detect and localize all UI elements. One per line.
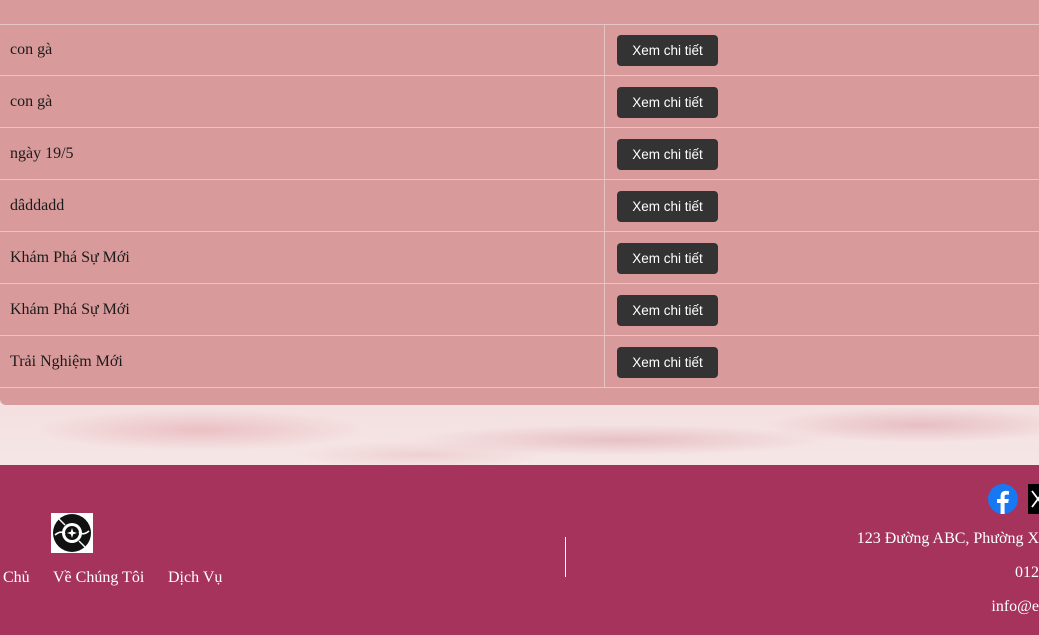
table-row: ngày 19/5 Xem chi tiết — [0, 128, 1039, 180]
row-name: con gà — [0, 76, 605, 127]
logo-emblem-icon — [51, 513, 93, 553]
view-details-button[interactable]: Xem chi tiết — [617, 295, 718, 326]
view-details-button[interactable]: Xem chi tiết — [617, 347, 718, 378]
table-row: Trải Nghiệm Mới Xem chi tiết — [0, 336, 1039, 388]
content-table: con gà Xem chi tiết con gà Xem chi tiết … — [0, 0, 1039, 405]
row-name: dâddadd — [0, 180, 605, 231]
row-name: ngày 19/5 — [0, 128, 605, 179]
table-row: Khám Phá Sự Mới Xem chi tiết — [0, 284, 1039, 336]
footer-divider — [565, 537, 566, 577]
x-twitter-icon — [1028, 484, 1039, 514]
table-row: con gà Xem chi tiết — [0, 24, 1039, 76]
contact-email[interactable]: info@e — [991, 598, 1039, 616]
table-header — [0, 0, 1039, 25]
view-details-button[interactable]: Xem chi tiết — [617, 87, 718, 118]
contact-address: 123 Đường ABC, Phường X — [856, 530, 1039, 547]
facebook-link[interactable] — [988, 484, 1018, 519]
site-footer: Chủ Về Chúng Tôi Dịch Vụ 123 Đường ABC, … — [0, 465, 1039, 635]
table-row: con gà Xem chi tiết — [0, 76, 1039, 128]
view-details-button[interactable]: Xem chi tiết — [617, 139, 718, 170]
nav-link-home[interactable]: Chủ — [3, 569, 30, 587]
site-logo[interactable] — [51, 513, 93, 553]
facebook-icon — [988, 484, 1018, 514]
row-name: Khám Phá Sự Mới — [0, 232, 605, 283]
row-name: Trải Nghiệm Mới — [0, 336, 605, 387]
table-row: Khám Phá Sự Mới Xem chi tiết — [0, 232, 1039, 284]
table-row: dâddadd Xem chi tiết — [0, 180, 1039, 232]
contact-phone: 012 — [1015, 564, 1039, 581]
view-details-button[interactable]: Xem chi tiết — [617, 191, 718, 222]
nav-link-services[interactable]: Dịch Vụ — [168, 569, 222, 587]
nav-link-about[interactable]: Về Chúng Tôi — [53, 569, 144, 587]
x-twitter-link[interactable] — [1028, 484, 1039, 519]
view-details-button[interactable]: Xem chi tiết — [617, 243, 718, 274]
row-name: con gà — [0, 24, 605, 75]
table-body: con gà Xem chi tiết con gà Xem chi tiết … — [0, 24, 1039, 388]
row-name: Khám Phá Sự Mới — [0, 284, 605, 335]
view-details-button[interactable]: Xem chi tiết — [617, 35, 718, 66]
